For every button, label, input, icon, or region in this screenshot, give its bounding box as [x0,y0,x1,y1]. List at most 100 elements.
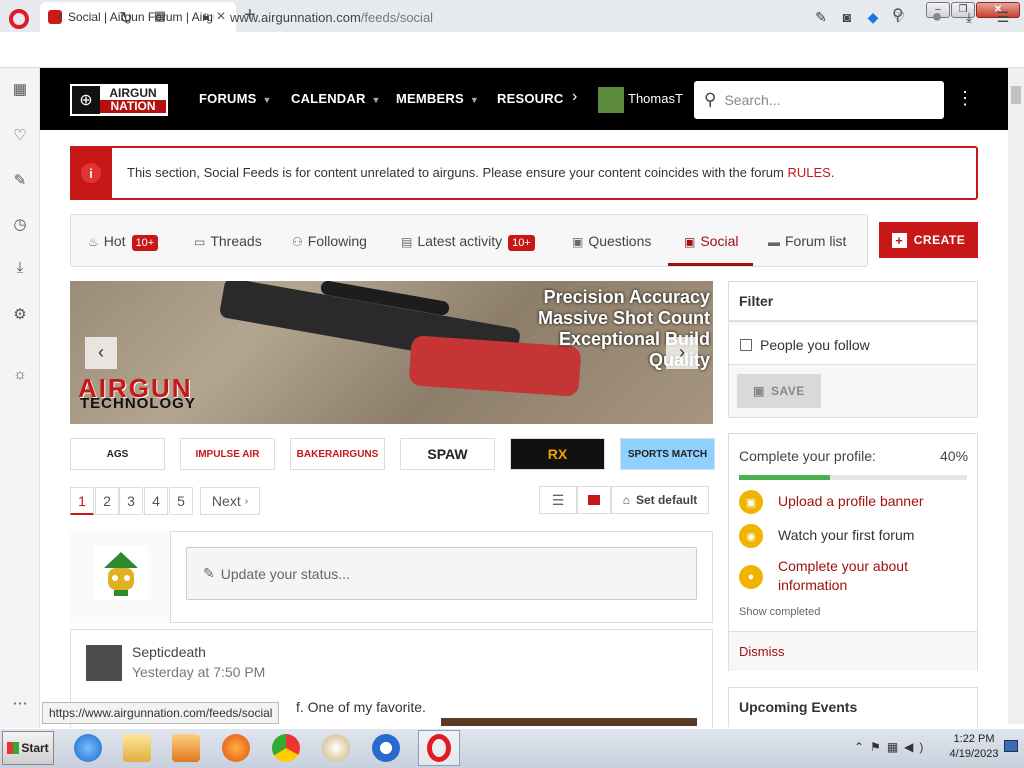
sponsor-logo[interactable]: AGS [70,438,165,470]
tab-threads[interactable]: ▭ Threads [194,233,262,249]
sponsor-logo[interactable]: SPAW [400,438,495,470]
hot-badge: 10+ [131,235,159,251]
tab-hot[interactable]: ♨ Hot 10+ [88,233,159,251]
tab-close-icon[interactable]: × [214,8,228,26]
start-button[interactable]: Start [2,731,54,765]
secure-lock-icon[interactable]: 🔒︎ [196,8,216,24]
profile-step[interactable]: Upload a profile banner [778,492,958,511]
card-view-toggle[interactable] [577,486,611,514]
media-player-icon[interactable] [168,731,204,765]
clock-time[interactable]: 1:22 PM [950,733,998,745]
user-avatar[interactable] [598,87,624,113]
banner-next-icon[interactable]: › [666,337,698,369]
reload-icon[interactable]: ↻ [116,8,136,28]
chrome-icon[interactable] [268,731,304,765]
tab-forum-list[interactable]: ▬ Forum list [768,233,846,249]
nav-calendar[interactable]: CALENDAR ▼ [291,91,381,106]
page-link[interactable]: 5 [169,487,193,515]
dismiss-link[interactable]: Dismiss [739,644,785,659]
opera-menu-icon[interactable] [9,9,29,29]
clock-date[interactable]: 4/19/2023 [948,748,1000,760]
settings-gear-icon[interactable]: ⚙ [10,305,30,323]
page-link[interactable]: 3 [119,487,143,515]
save-filter-button[interactable]: ▣ SAVE [737,374,821,408]
banner-prev-icon[interactable]: ‹ [85,337,117,369]
nav-forums[interactable]: FORUMS ▼ [199,91,272,106]
firefox-icon[interactable] [218,731,254,765]
card-icon [588,495,600,505]
search-icon: ⚲ [704,90,717,109]
tab-following[interactable]: ⚇ Following [292,233,367,249]
downloads-sidebar-icon[interactable]: ⤓ [10,259,30,276]
create-button[interactable]: + CREATE [879,222,978,258]
site-search-input[interactable]: ⚲ Search... [694,81,944,119]
show-completed-link[interactable]: Show completed [739,606,820,618]
bookmark-heart-icon[interactable]: ♡ [890,9,908,26]
tab-latest-activity[interactable]: ▤ Latest activity 10+ [401,233,535,251]
post-time[interactable]: Yesterday at 7:50 PM [132,664,265,680]
easy-setup-icon[interactable]: ☰ [994,9,1012,26]
page-link[interactable]: 2 [95,487,119,515]
speed-dial-sidebar-icon[interactable]: ▦ [10,80,30,98]
next-page-button[interactable]: Next › [200,487,260,515]
vpn-shield-icon[interactable]: ◆ [864,9,882,26]
user-icon: ● [739,565,763,589]
profile-step: Watch your first forum [778,527,915,543]
speed-dial-icon[interactable]: ▦ [150,8,170,24]
id-badge-icon: ▣ [684,235,696,249]
set-default-button[interactable]: ⌂ Set default [611,486,709,514]
profile-avatar-icon[interactable]: ● [928,6,946,27]
site-logo[interactable]: ⊕ AIRGUN NATION [70,84,168,116]
status-avatar[interactable] [94,546,148,600]
tips-bulb-icon[interactable]: ☼ [10,366,30,383]
paint-icon[interactable] [318,731,354,765]
opera-taskbar-icon[interactable] [421,731,457,765]
people-you-follow-checkbox[interactable] [740,339,752,351]
nav-scroll-right-icon[interactable]: › [572,88,577,106]
page-link[interactable]: 1 [70,487,94,515]
nav-resources[interactable]: RESOURCES [497,91,563,106]
sponsor-logo[interactable]: SPORTS MATCH [620,438,715,470]
post-image[interactable] [441,718,697,726]
nav-members[interactable]: MEMBERS ▼ [396,91,479,106]
sponsor-logo[interactable]: RX [510,438,605,470]
profile-step[interactable]: Complete your about information [778,557,928,595]
crosshair-icon: ⊕ [72,86,100,114]
page-scrollbar[interactable] [1008,68,1024,724]
pinboard-icon[interactable]: ✎ [10,171,30,189]
header-more-icon[interactable]: ⋮ [956,88,974,109]
tab-questions[interactable]: ▣ Questions [572,233,651,249]
sponsor-logo[interactable]: IMPULSE AIR [180,438,275,470]
list-view-toggle[interactable]: ☰ [539,486,577,514]
forward-icon[interactable]: › [82,8,102,26]
sidebar-more-icon[interactable]: ⋯ [10,694,30,712]
url-field[interactable]: www.airgunnation.com/feeds/social [230,10,433,25]
ie-icon[interactable] [70,731,106,765]
back-icon[interactable]: ‹ [50,8,70,26]
notice-icon-box: i [70,146,112,200]
downloads-icon[interactable]: ⤓ [960,9,978,26]
keepass-icon[interactable] [368,731,404,765]
scrollbar-thumb[interactable] [1011,86,1021,104]
windows-flag-icon [7,742,20,754]
rules-link[interactable]: RULES [787,165,830,180]
post-author-avatar[interactable] [86,645,122,681]
filter-option-label[interactable]: People you follow [760,337,870,353]
ad-banner[interactable]: Precision Accuracy Massive Shot Count Exce… [70,281,713,424]
user-name[interactable]: ThomasT [628,91,683,106]
sponsor-logo[interactable]: BAKERAIRGUNS [290,438,385,470]
address-bar [0,32,1024,68]
page-link[interactable]: 4 [144,487,168,515]
snapshot-camera-icon[interactable]: ◙ [838,9,856,25]
status-input[interactable]: ✎ Update your status... [186,547,697,600]
eye-icon: ◉ [739,524,763,548]
tab-social[interactable]: ▣ Social [684,233,738,249]
filter-title: Filter [739,293,774,309]
history-clock-icon[interactable]: ◷ [10,215,30,233]
show-desktop-icon[interactable] [1004,740,1018,752]
explorer-folder-icon[interactable] [119,731,155,765]
system-tray-icons[interactable]: ⌃⚑▦◀) [854,740,929,754]
bookmarks-heart-icon[interactable]: ♡ [10,126,30,144]
edit-page-icon[interactable]: ✎ [812,9,830,26]
post-author[interactable]: Septicdeath [132,644,206,660]
